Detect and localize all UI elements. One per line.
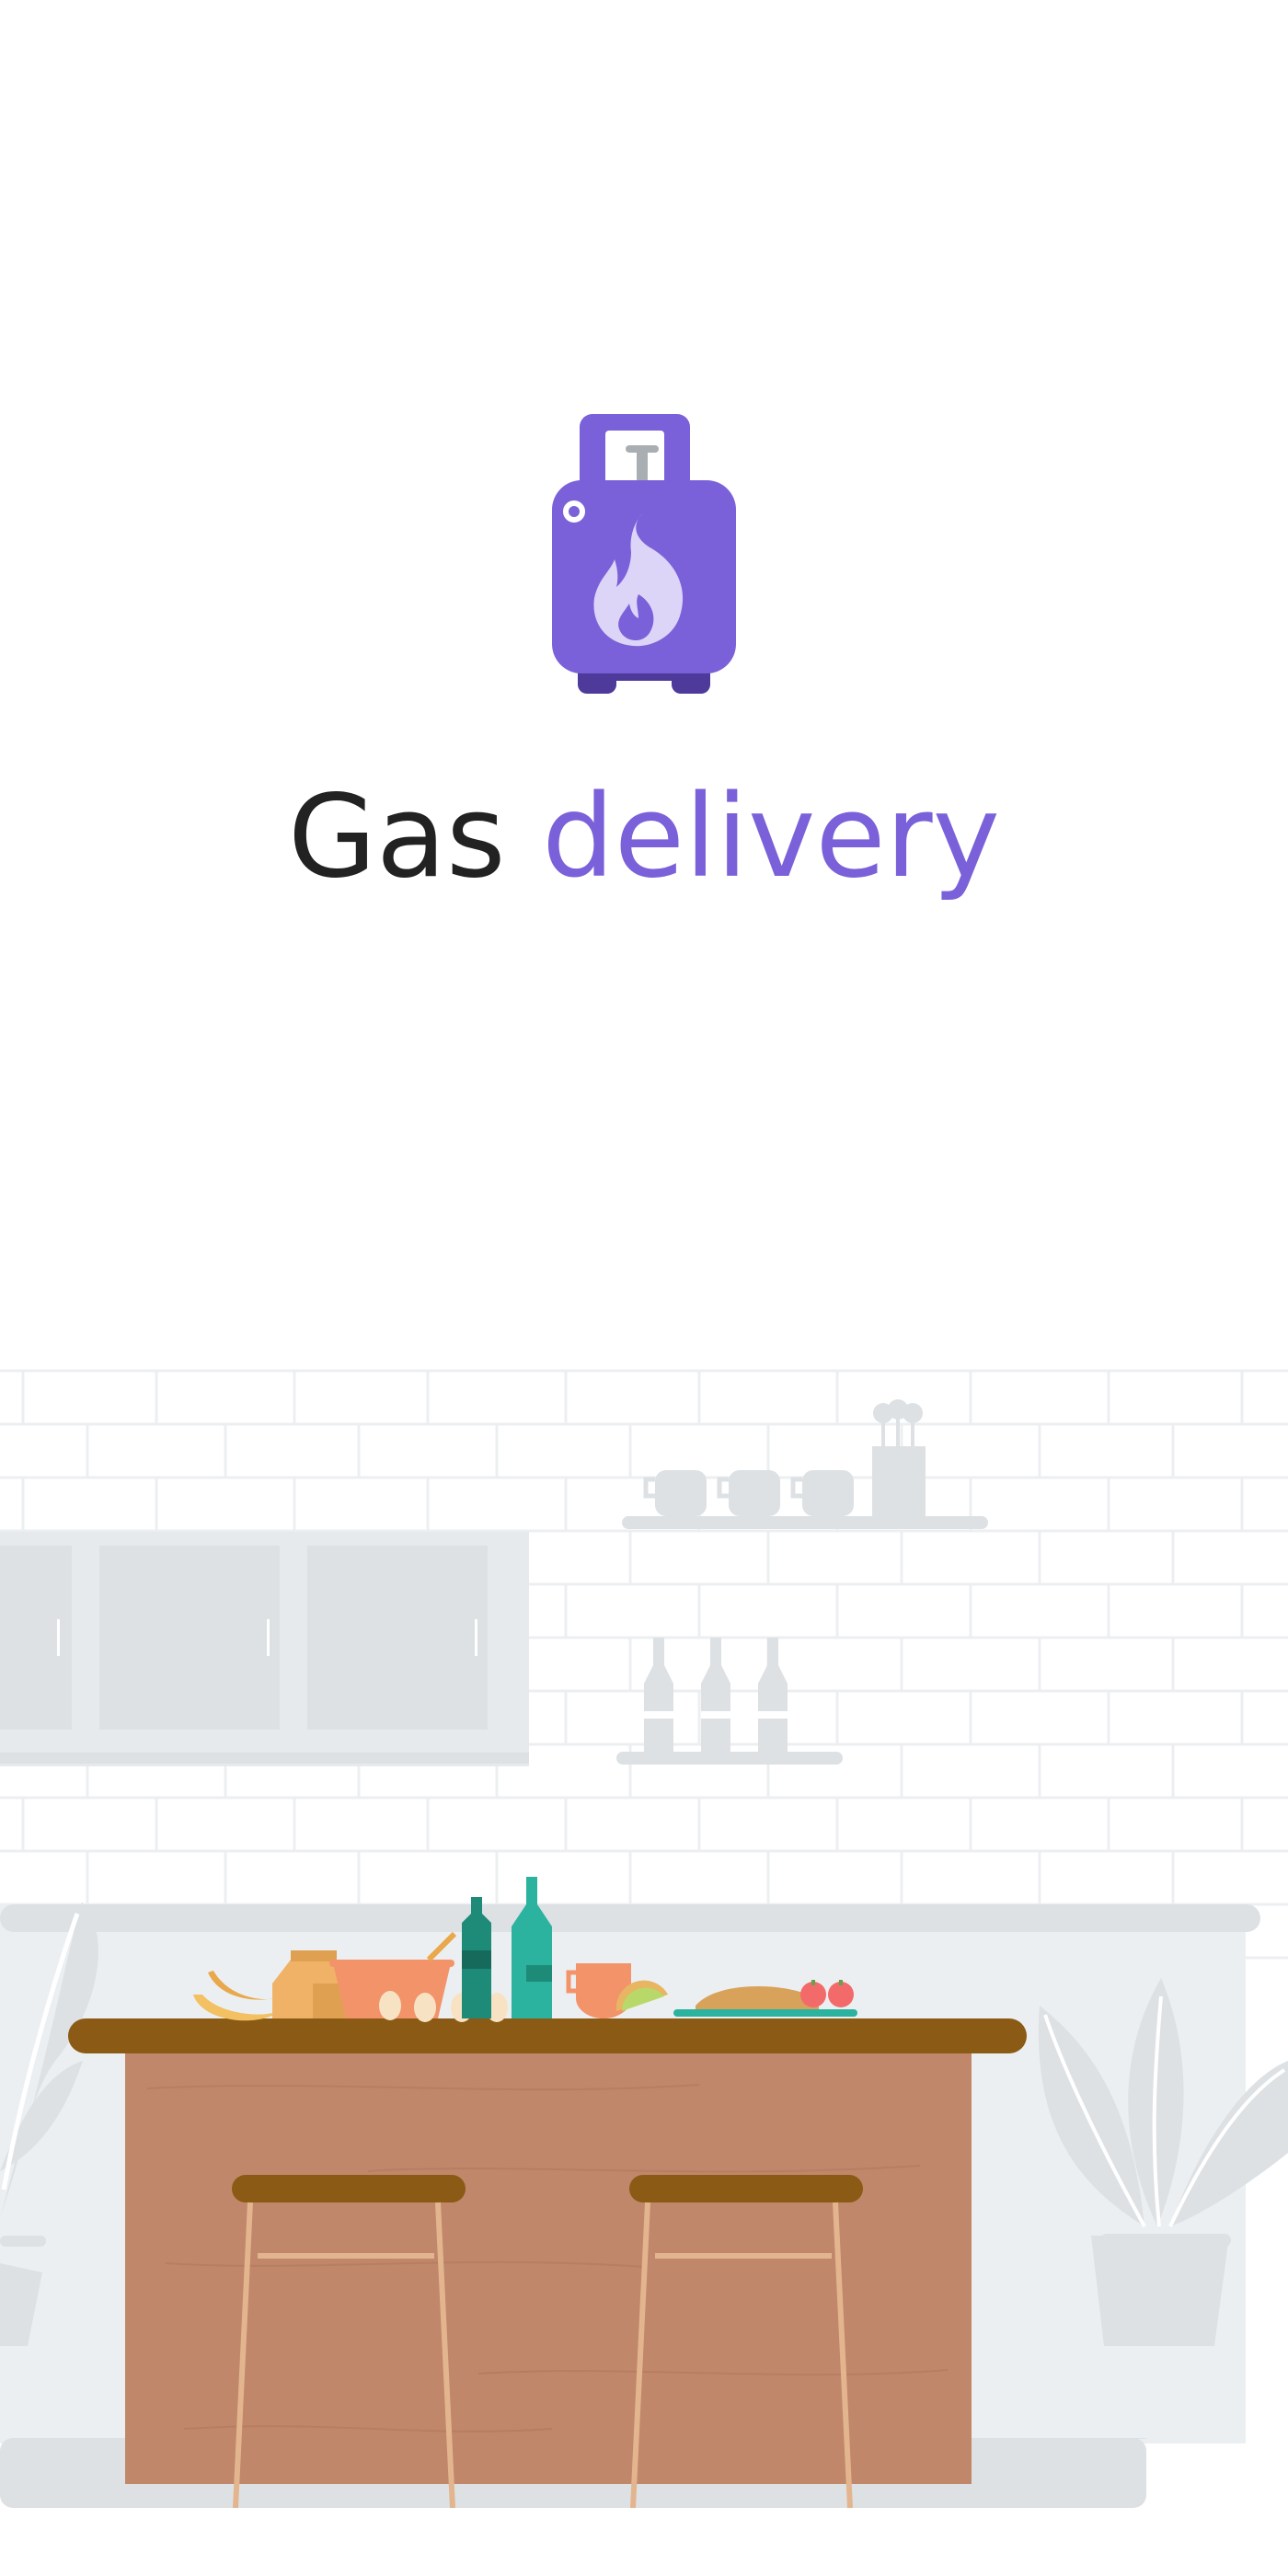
cup-shelf (622, 1399, 988, 1529)
gas-cylinder-flame-icon (552, 414, 736, 694)
wall-cabinet (0, 1532, 529, 1766)
app-title: Gas delivery (0, 768, 1288, 906)
kitchen-illustration (0, 1369, 1288, 2509)
kitchen-island (68, 2018, 1027, 2484)
title-word-gas: Gas (287, 771, 506, 903)
island-countertop (68, 2018, 1027, 2053)
splash-screen: Gas delivery (0, 0, 1288, 2576)
title-word-delivery: delivery (542, 771, 1001, 903)
